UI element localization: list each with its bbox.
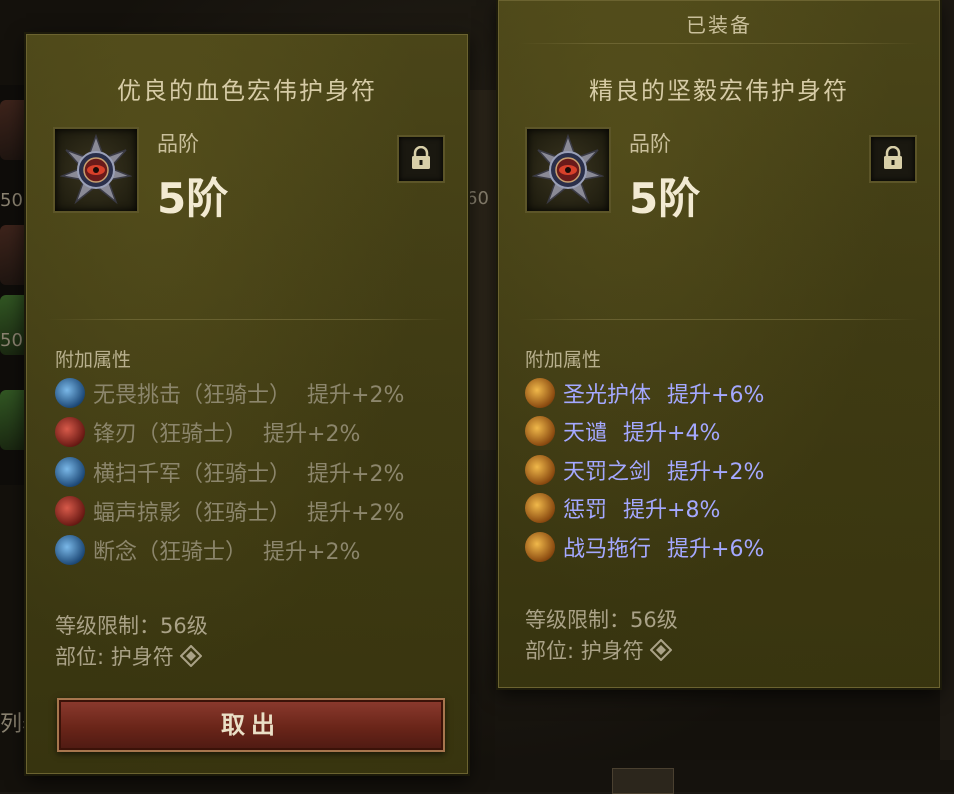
quality-label: 品阶 <box>157 132 199 156</box>
affix-row: 惩罚 提升+8% <box>525 491 720 525</box>
inventory-background-strip <box>940 0 954 792</box>
item-icon-frame <box>53 127 139 213</box>
affix-name: 断念（狂骑士） <box>93 540 248 565</box>
take-out-button[interactable]: 取出 <box>57 698 445 752</box>
inventory-stat-number: 50 <box>0 330 23 351</box>
affix-bonus: 提升+6% <box>667 537 765 562</box>
inventory-background-strip <box>468 90 498 450</box>
slot-label: 部位: 护身符 <box>525 639 644 663</box>
amulet-slot-icon <box>179 645 202 667</box>
quality-value: 5阶 <box>629 174 701 223</box>
inventory-stat-number: 60 <box>466 188 489 209</box>
warhorse-icon <box>525 532 555 562</box>
quality-label: 品阶 <box>629 132 671 156</box>
level-requirement: 等级限制：56级 <box>525 608 678 632</box>
bottom-tab[interactable] <box>612 768 674 794</box>
affix-row: 蝠声掠影（狂骑士） 提升+2% <box>55 494 404 528</box>
affix-row: 断念（狂骑士） 提升+2% <box>55 533 360 567</box>
holy-sword-icon <box>525 455 555 485</box>
affix-row: 圣光护体 提升+6% <box>525 376 764 410</box>
amulet-icon <box>60 134 132 205</box>
affix-section-label: 附加属性 <box>525 349 602 371</box>
affix-bonus: 提升+2% <box>263 540 361 565</box>
affix-row: 锋刃（狂骑士） 提升+2% <box>55 415 360 449</box>
affix-name: 天谴 <box>563 421 608 446</box>
punish-icon <box>525 493 555 523</box>
affix-name: 无畏挑击（狂骑士） <box>93 383 292 408</box>
sweep-icon <box>55 457 85 487</box>
affix-section-label: 附加属性 <box>55 349 132 371</box>
affix-name: 蝠声掠影（狂骑士） <box>93 501 292 526</box>
affix-bonus: 提升+2% <box>307 383 405 408</box>
equipped-label: 已装备 <box>686 13 752 37</box>
bat-shadow-icon <box>55 496 85 526</box>
affix-row: 无畏挑击（狂骑士） 提升+2% <box>55 376 404 410</box>
item-title: 优良的血色宏伟护身符 <box>117 77 377 105</box>
blade-icon <box>55 417 85 447</box>
affix-row: 天谴 提升+4% <box>525 414 720 448</box>
lock-icon <box>884 146 902 169</box>
affix-row: 天罚之剑 提升+2% <box>525 453 764 487</box>
item-title: 精良的坚毅宏伟护身符 <box>589 77 849 105</box>
affix-bonus: 提升+2% <box>263 422 361 447</box>
slot-info: 部位: 护身符 <box>55 641 202 671</box>
holy-aura-icon <box>525 378 555 408</box>
amulet-slot-icon <box>649 639 672 661</box>
slot-info: 部位: 护身符 <box>525 635 672 665</box>
heaven-wrath-icon <box>525 416 555 446</box>
affix-bonus: 提升+2% <box>667 460 765 485</box>
affix-bonus: 提升+4% <box>623 421 721 446</box>
lightning-strike-icon <box>55 378 85 408</box>
bottom-tab-bar <box>460 760 954 792</box>
affix-row: 横扫千军（狂骑士） 提升+2% <box>55 455 404 489</box>
amulet-icon <box>532 134 604 205</box>
affix-name: 惩罚 <box>563 498 608 523</box>
item-tooltip-right-equipped: 已装备 精良的坚毅宏伟护身符 品阶 5阶 附加属性 圣光护体 提升+6% 天谴 提升… <box>498 0 940 688</box>
affix-name: 横扫千军（狂骑士） <box>93 462 292 487</box>
slot-label: 部位: 护身符 <box>55 645 174 669</box>
affix-bonus: 提升+6% <box>667 383 765 408</box>
affix-name: 战马拖行 <box>563 537 652 562</box>
lock-icon <box>412 146 430 169</box>
header-divider <box>519 43 919 44</box>
level-requirement: 等级限制：56级 <box>55 614 208 638</box>
lock-button[interactable] <box>397 135 445 183</box>
section-divider <box>47 319 447 320</box>
affix-bonus: 提升+2% <box>307 501 405 526</box>
affix-name: 锋刃（狂骑士） <box>93 422 248 447</box>
quality-value: 5阶 <box>157 174 229 223</box>
lock-button[interactable] <box>869 135 917 183</box>
item-tooltip-left: 优良的血色宏伟护身符 品阶 5阶 附加属性 无畏挑击（狂骑士） 提升+2% 锋刃（… <box>26 34 468 774</box>
affix-bonus: 提升+8% <box>623 498 721 523</box>
item-icon-frame <box>525 127 611 213</box>
sever-icon <box>55 535 85 565</box>
affix-name: 圣光护体 <box>563 383 652 408</box>
affix-name: 天罚之剑 <box>563 460 652 485</box>
section-divider <box>519 319 919 320</box>
affix-row: 战马拖行 提升+6% <box>525 530 764 564</box>
affix-bonus: 提升+2% <box>307 462 405 487</box>
inventory-stat-number: 50 <box>0 190 23 211</box>
